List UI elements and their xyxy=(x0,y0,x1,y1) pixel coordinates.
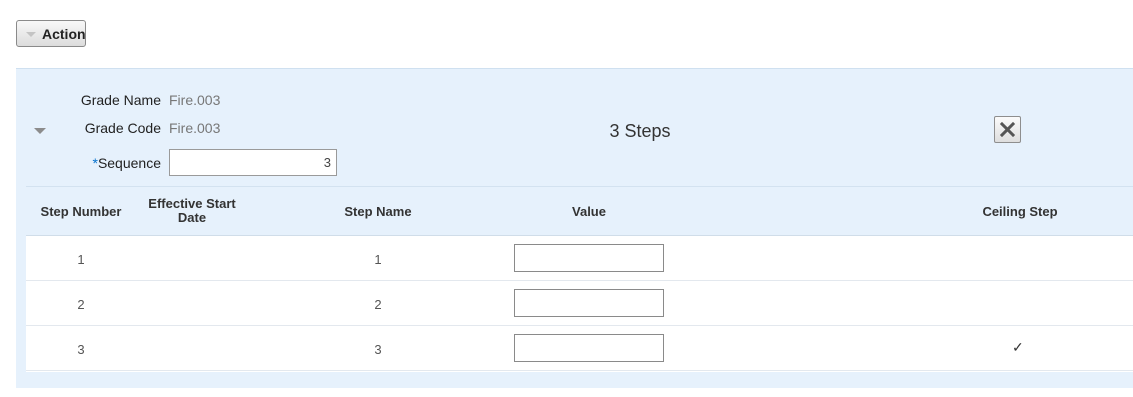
close-icon xyxy=(1000,122,1015,137)
column-header-effective-start-date: Effective Start Date xyxy=(137,197,247,225)
table-row-1-value-input[interactable] xyxy=(514,244,664,272)
column-header-value: Value xyxy=(572,204,606,219)
section-divider xyxy=(26,186,1133,187)
row-divider xyxy=(26,325,1133,326)
grade-code-label: Grade Code xyxy=(84,120,161,136)
table-row-3-step-name: 3 xyxy=(374,342,382,357)
column-header-effective-start-date-line2: Date xyxy=(177,210,207,225)
sequence-label: *Sequence xyxy=(60,155,161,171)
collapse-triangle-icon xyxy=(34,128,46,134)
grade-name-label: Grade Name xyxy=(80,92,161,108)
sequence-input[interactable] xyxy=(169,149,337,176)
table-row-2-step-name: 2 xyxy=(374,297,382,312)
checkmark-icon: ✓ xyxy=(1012,339,1024,355)
row-divider xyxy=(26,280,1133,281)
steps-count-title: 3 Steps xyxy=(609,121,671,141)
collapse-toggle[interactable] xyxy=(34,124,48,138)
table-row-1-step-number: 1 xyxy=(77,252,85,267)
action-menu-button[interactable]: Action xyxy=(16,20,86,47)
table-row-1-step-name: 1 xyxy=(374,252,382,267)
table-row-3-value-input[interactable] xyxy=(514,334,664,362)
column-header-step-number: Step Number xyxy=(40,204,122,219)
row-divider xyxy=(26,370,1133,371)
sequence-label-text: Sequence xyxy=(97,155,161,171)
grade-code-value: Fire.003 xyxy=(169,120,221,136)
column-header-ceiling-step: Ceiling Step xyxy=(982,204,1058,219)
chevron-down-icon xyxy=(26,31,36,37)
remove-grade-button[interactable] xyxy=(994,116,1021,143)
column-header-effective-start-date-line1: Effective Start xyxy=(148,196,236,211)
column-header-step-name: Step Name xyxy=(344,204,412,219)
table-row-2-value-input[interactable] xyxy=(514,289,664,317)
table-row-2-step-number: 2 xyxy=(77,297,85,312)
action-button-label: Action xyxy=(42,25,86,42)
table-row-3-step-number: 3 xyxy=(77,342,85,357)
grade-name-value: Fire.003 xyxy=(169,92,221,108)
